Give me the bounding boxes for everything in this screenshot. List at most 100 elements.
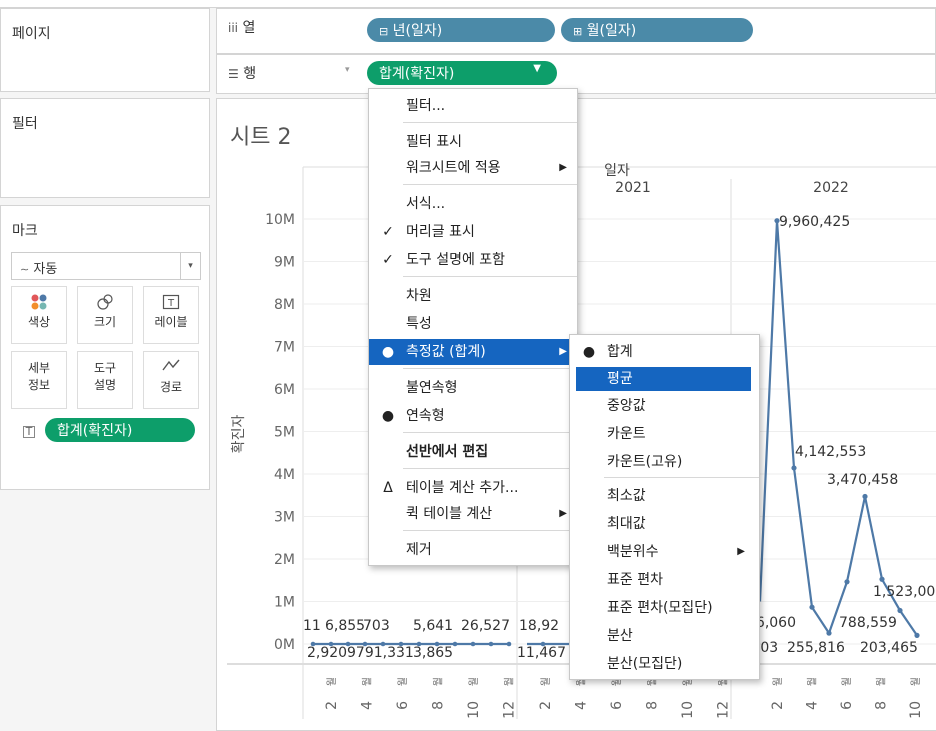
svg-text:월: 월: [841, 677, 853, 686]
year-header-2021: 2021: [615, 180, 651, 196]
context-menu-item[interactable]: ● 연속형: [369, 403, 577, 429]
context-menu-item[interactable]: ● 측정값 (합계) ▶: [369, 339, 577, 365]
submenu-item[interactable]: 최소값: [570, 483, 759, 509]
menu-separator: [403, 368, 577, 369]
x-tick-label: 월8: [431, 677, 447, 710]
menu-item-label: 필터 표시: [406, 134, 462, 150]
submenu-item[interactable]: 분산(모집단): [570, 651, 759, 677]
svg-text:월: 월: [468, 677, 480, 686]
menu-item-label: 서식...: [406, 196, 446, 212]
submenu-item[interactable]: 중앙값: [570, 393, 759, 419]
data-label: 203,465: [860, 640, 918, 656]
series-line-2022: [758, 220, 918, 636]
size-button[interactable]: 크기: [77, 286, 133, 344]
data-label: 9791,331: [347, 645, 414, 661]
submenu-item[interactable]: 평균: [576, 367, 751, 391]
columns-shelf-label: iii 열: [228, 20, 256, 36]
label-button[interactable]: T 레이블: [143, 286, 199, 344]
data-label: 703: [363, 618, 390, 634]
svg-text:월: 월: [433, 677, 445, 686]
filters-panel[interactable]: 필터: [0, 98, 210, 198]
label-label: 레이블: [154, 315, 188, 329]
context-menu-item[interactable]: 서식...: [369, 191, 577, 217]
submenu-item[interactable]: ● 합계: [570, 339, 759, 365]
delta-icon: Δ: [383, 480, 393, 496]
menu-separator: [403, 468, 577, 469]
context-menu-item[interactable]: Δ 테이블 계산 추가...: [369, 475, 577, 501]
menu-item-label: 워크시트에 적용: [406, 160, 501, 176]
menu-item-label: 분산: [607, 628, 633, 644]
svg-text:12: 12: [502, 701, 518, 719]
context-menu-item[interactable]: ✓ 머리글 표시: [369, 219, 577, 245]
svg-text:4: 4: [574, 701, 590, 710]
data-label: 18,92: [519, 618, 559, 634]
y-tick-label: 5M: [274, 425, 295, 441]
submenu-arrow-icon: ▶: [559, 346, 567, 357]
color-button[interactable]: 색상: [11, 286, 67, 344]
label-field-icon: T: [23, 426, 35, 438]
context-menu-item[interactable]: 필터 표시: [369, 129, 577, 155]
y-tick-label: 9M: [274, 255, 295, 271]
menu-item-label: 카운트: [607, 426, 646, 442]
submenu-item[interactable]: 표준 편차: [570, 567, 759, 593]
x-tick-label: 월4: [360, 677, 376, 710]
x-tick-label: 월 12: [502, 677, 518, 719]
svg-text:6: 6: [609, 701, 625, 710]
context-menu-item[interactable]: ✓ 도구 설명에 포함: [369, 247, 577, 273]
data-label: 788,559: [839, 615, 897, 631]
x-axis-ticks: 월2월4월6월8월10월12월2월4월6월8월10월12월2월4월6월8월10: [324, 677, 924, 719]
rows-shelf-dropdown-icon[interactable]: ▾: [345, 65, 350, 75]
menu-item-label: 최소값: [607, 488, 646, 504]
pill-menu-arrow-icon[interactable]: ▼: [533, 63, 541, 74]
context-menu-item[interactable]: 워크시트에 적용 ▶: [369, 155, 577, 181]
month-date-pill[interactable]: ⊞ 월(일자): [561, 18, 753, 42]
detail-button[interactable]: 세부 정보: [11, 351, 67, 409]
submenu-item[interactable]: 최대값: [570, 511, 759, 537]
data-point: [826, 630, 832, 636]
svg-text:월: 월: [540, 677, 552, 686]
data-label: 255,816: [787, 640, 845, 656]
color-label: 색상: [27, 315, 51, 329]
context-menu-item[interactable]: 퀵 테이블 계산 ▶: [369, 501, 577, 527]
data-point: [488, 641, 494, 647]
menu-separator: [403, 184, 577, 185]
menu-separator: [403, 530, 577, 531]
context-menu-item[interactable]: 특성: [369, 311, 577, 337]
submenu-item[interactable]: 카운트(고유): [570, 449, 759, 475]
x-tick-label: 월10: [680, 677, 696, 719]
path-button[interactable]: 경로: [143, 351, 199, 409]
submenu-item[interactable]: 분산: [570, 623, 759, 649]
context-menu-item[interactable]: 선반에서 편집: [369, 439, 577, 465]
context-menu-item[interactable]: 필터...: [369, 93, 577, 119]
tooltip-button[interactable]: 도구 설명: [77, 351, 133, 409]
svg-text:월: 월: [362, 677, 374, 686]
context-menu-item[interactable]: 불연속형: [369, 375, 577, 401]
line-mark-icon: ∼: [20, 263, 30, 276]
submenu-item[interactable]: 표준 편차(모집단): [570, 595, 759, 621]
context-menu-item[interactable]: 차원: [369, 283, 577, 309]
pill-context-menu: 필터... 필터 표시 워크시트에 적용 ▶ 서식... ✓ 머리글 표시 ✓ 도구 설명에 포…: [368, 88, 578, 566]
year-date-pill[interactable]: ⊟ 년(일자): [367, 18, 555, 42]
detail-label: 세부 정보: [27, 361, 51, 392]
mark-type-dropdown[interactable]: ∼ 자동 ▾: [11, 252, 201, 280]
menu-separator: [403, 432, 577, 433]
context-menu-item[interactable]: 제거: [369, 537, 577, 563]
pages-title: 페이지: [12, 26, 51, 42]
expand-icon: ⊞: [573, 25, 583, 38]
svg-text:6: 6: [395, 701, 411, 710]
menu-item-label: 분산(모집단): [607, 656, 683, 672]
svg-text:월: 월: [807, 677, 819, 686]
menu-separator: [403, 122, 577, 123]
svg-text:2: 2: [324, 701, 340, 710]
submenu-item[interactable]: 백분위수 ▶: [570, 539, 759, 565]
data-label: 4,142,553: [795, 444, 866, 460]
columns-icon: iii: [228, 21, 239, 35]
columns-shelf[interactable]: iii 열 ⊟ 년(일자) ⊞ 월(일자): [216, 8, 936, 54]
data-point: [506, 641, 512, 647]
svg-text:월: 월: [876, 677, 888, 686]
submenu-item[interactable]: 카운트: [570, 421, 759, 447]
mark-measure-pill[interactable]: 합계(확진자): [45, 418, 195, 442]
rows-measure-pill[interactable]: 합계(확진자) ▼: [367, 61, 557, 85]
data-point: [862, 493, 868, 500]
pages-panel[interactable]: 페이지: [0, 8, 210, 92]
